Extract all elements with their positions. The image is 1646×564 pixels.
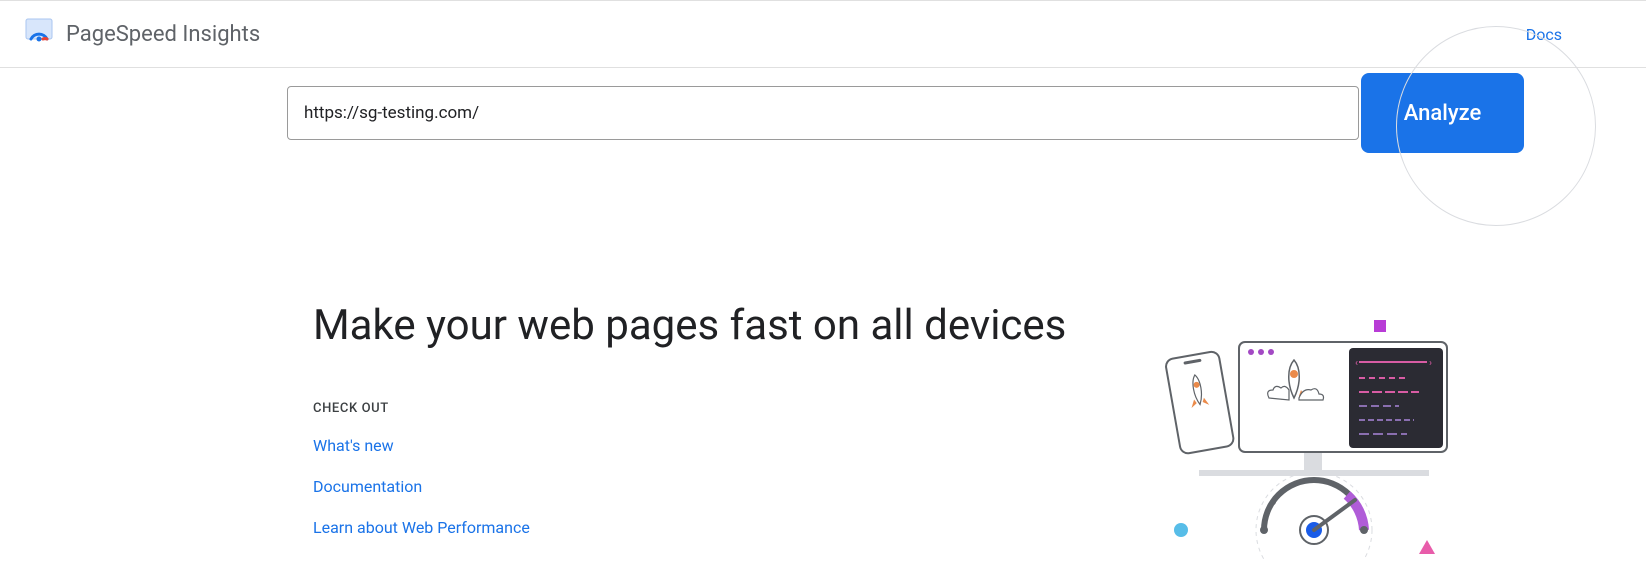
- svg-text:‹: ‹: [1355, 358, 1358, 369]
- search-wrap: Analyze: [287, 86, 1359, 140]
- pagespeed-logo-icon: [24, 17, 54, 51]
- header: PageSpeed Insights Docs: [0, 0, 1646, 68]
- app-title: PageSpeed Insights: [66, 22, 260, 47]
- search-section: Analyze: [0, 68, 1646, 140]
- docs-link[interactable]: Docs: [1526, 25, 1562, 44]
- analyze-button[interactable]: Analyze: [1361, 73, 1524, 153]
- devices-illustration: ‹ ›: [1159, 320, 1539, 560]
- brand[interactable]: PageSpeed Insights: [24, 17, 260, 51]
- url-input[interactable]: [287, 86, 1359, 140]
- main-content: Make your web pages fast on all devices …: [287, 140, 1359, 559]
- svg-text:›: ›: [1429, 358, 1432, 369]
